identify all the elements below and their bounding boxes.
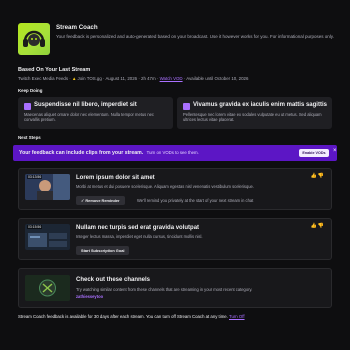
close-icon[interactable]: ×	[333, 148, 337, 154]
keep-doing-label: Keep Doing	[18, 88, 43, 93]
banner-text: Your feedback can include clips from you…	[19, 150, 199, 156]
card-title: Lorem ipsum dolor sit amet	[76, 175, 155, 181]
recommended-channels-card: Check out these channels Try watching si…	[18, 268, 332, 308]
reminder-note: We'll remind you privately at the start …	[137, 198, 254, 203]
game-name: Join TOS.gg	[77, 76, 102, 81]
footer: Stream Coach feedback is available for 3…	[18, 314, 245, 319]
keep-doing-title: Suspendisse nil libero, imperdiet sit	[34, 102, 137, 108]
feedback-buttons: 👍👎	[311, 223, 325, 229]
enable-vods-banner: Your feedback can include clips from you…	[13, 145, 337, 161]
keep-doing-text: Pellentesque nec lorem vitae ex sodales …	[183, 112, 322, 123]
channel-name: Twitch Exec Media Feeds	[18, 76, 69, 81]
remove-reminder-label: Remove Reminder	[85, 198, 120, 203]
header-description: Your feedback is personalized and auto-g…	[56, 34, 334, 39]
clip-thumbnail[interactable]: 03:13:56	[25, 174, 70, 200]
channel-link[interactable]: zathiesseytoo	[76, 294, 103, 299]
footer-text: Stream Coach feedback is available for 3…	[18, 314, 228, 319]
keep-doing-text: Maecenas aliquet ornare dolor nec elemen…	[24, 112, 154, 123]
banner-title: Your feedback can include clips from you…	[19, 150, 144, 156]
chat-icon	[183, 103, 190, 110]
keep-doing-card: Suspendisse nil libero, imperdiet sit Ma…	[18, 97, 173, 129]
stream-coach-header: Stream Coach Your feedback is personaliz…	[18, 23, 336, 63]
next-step-card: 03:15:56 Nullam nec turpis sed erat grav…	[18, 218, 332, 260]
chat-icon	[24, 103, 31, 110]
keep-doing-title: Vivamus gravida ex iaculis enim mattis s…	[193, 102, 327, 108]
page-title: Stream Coach	[56, 24, 98, 31]
card-text: Try watching similar content from these …	[76, 287, 253, 292]
last-stream-meta: Twitch Exec Media Feeds · ▲ Join TOS.gg …	[18, 76, 249, 81]
channel-avatar-icon	[25, 275, 70, 301]
start-subscription-goal-button[interactable]: Start Subscription Goal	[76, 246, 130, 255]
available-until: Available until October 10, 2026	[186, 76, 249, 81]
keep-doing-card: Vivamus gravida ex iaculis enim mattis s…	[177, 97, 332, 129]
thumbs-up-icon[interactable]: 👍	[311, 173, 318, 179]
card-title: Check out these channels	[76, 277, 151, 283]
clip-thumbnail[interactable]: 03:15:56	[25, 224, 70, 250]
stream-date: August 11, 2026	[105, 76, 138, 81]
turn-off-link[interactable]: Turn Off	[229, 314, 245, 319]
thumbs-down-icon[interactable]: 👎	[318, 223, 325, 229]
clip-timestamp: 03:15:56	[27, 225, 43, 229]
feedback-buttons: 👍👎	[311, 173, 325, 179]
last-stream-heading: Based On Your Last Stream	[18, 67, 91, 73]
card-text: Integer lectus massa, imperdiet eget nul…	[76, 234, 203, 239]
headphones-icon	[23, 30, 45, 47]
card-text: Morbi at metus et dui posuere scelerisqu…	[76, 184, 254, 189]
warning-icon: ▲	[71, 76, 77, 81]
thumbs-down-icon[interactable]: 👎	[318, 173, 325, 179]
channel-thumbnail[interactable]	[25, 275, 70, 301]
next-step-card: 03:13:56 Lorem ipsum dolor sit amet Morb…	[18, 168, 332, 210]
clip-timestamp: 03:13:56	[27, 175, 43, 179]
stream-coach-logo	[18, 23, 50, 55]
remove-reminder-button[interactable]: ✓ Remove Reminder	[76, 196, 125, 205]
stream-duration: 2h 47m	[141, 76, 156, 81]
watch-vod-link[interactable]: Watch VOD	[160, 76, 183, 81]
channel-name[interactable]: zathiesseytoo	[76, 294, 103, 299]
enable-vods-button[interactable]: Enable VODs	[299, 149, 329, 157]
banner-subtitle: Turn on VODs to see them.	[146, 150, 199, 155]
next-steps-label: Next Steps	[18, 135, 41, 140]
thumbs-up-icon[interactable]: 👍	[311, 223, 318, 229]
card-title: Nullam nec turpis sed erat gravida volut…	[76, 225, 200, 231]
